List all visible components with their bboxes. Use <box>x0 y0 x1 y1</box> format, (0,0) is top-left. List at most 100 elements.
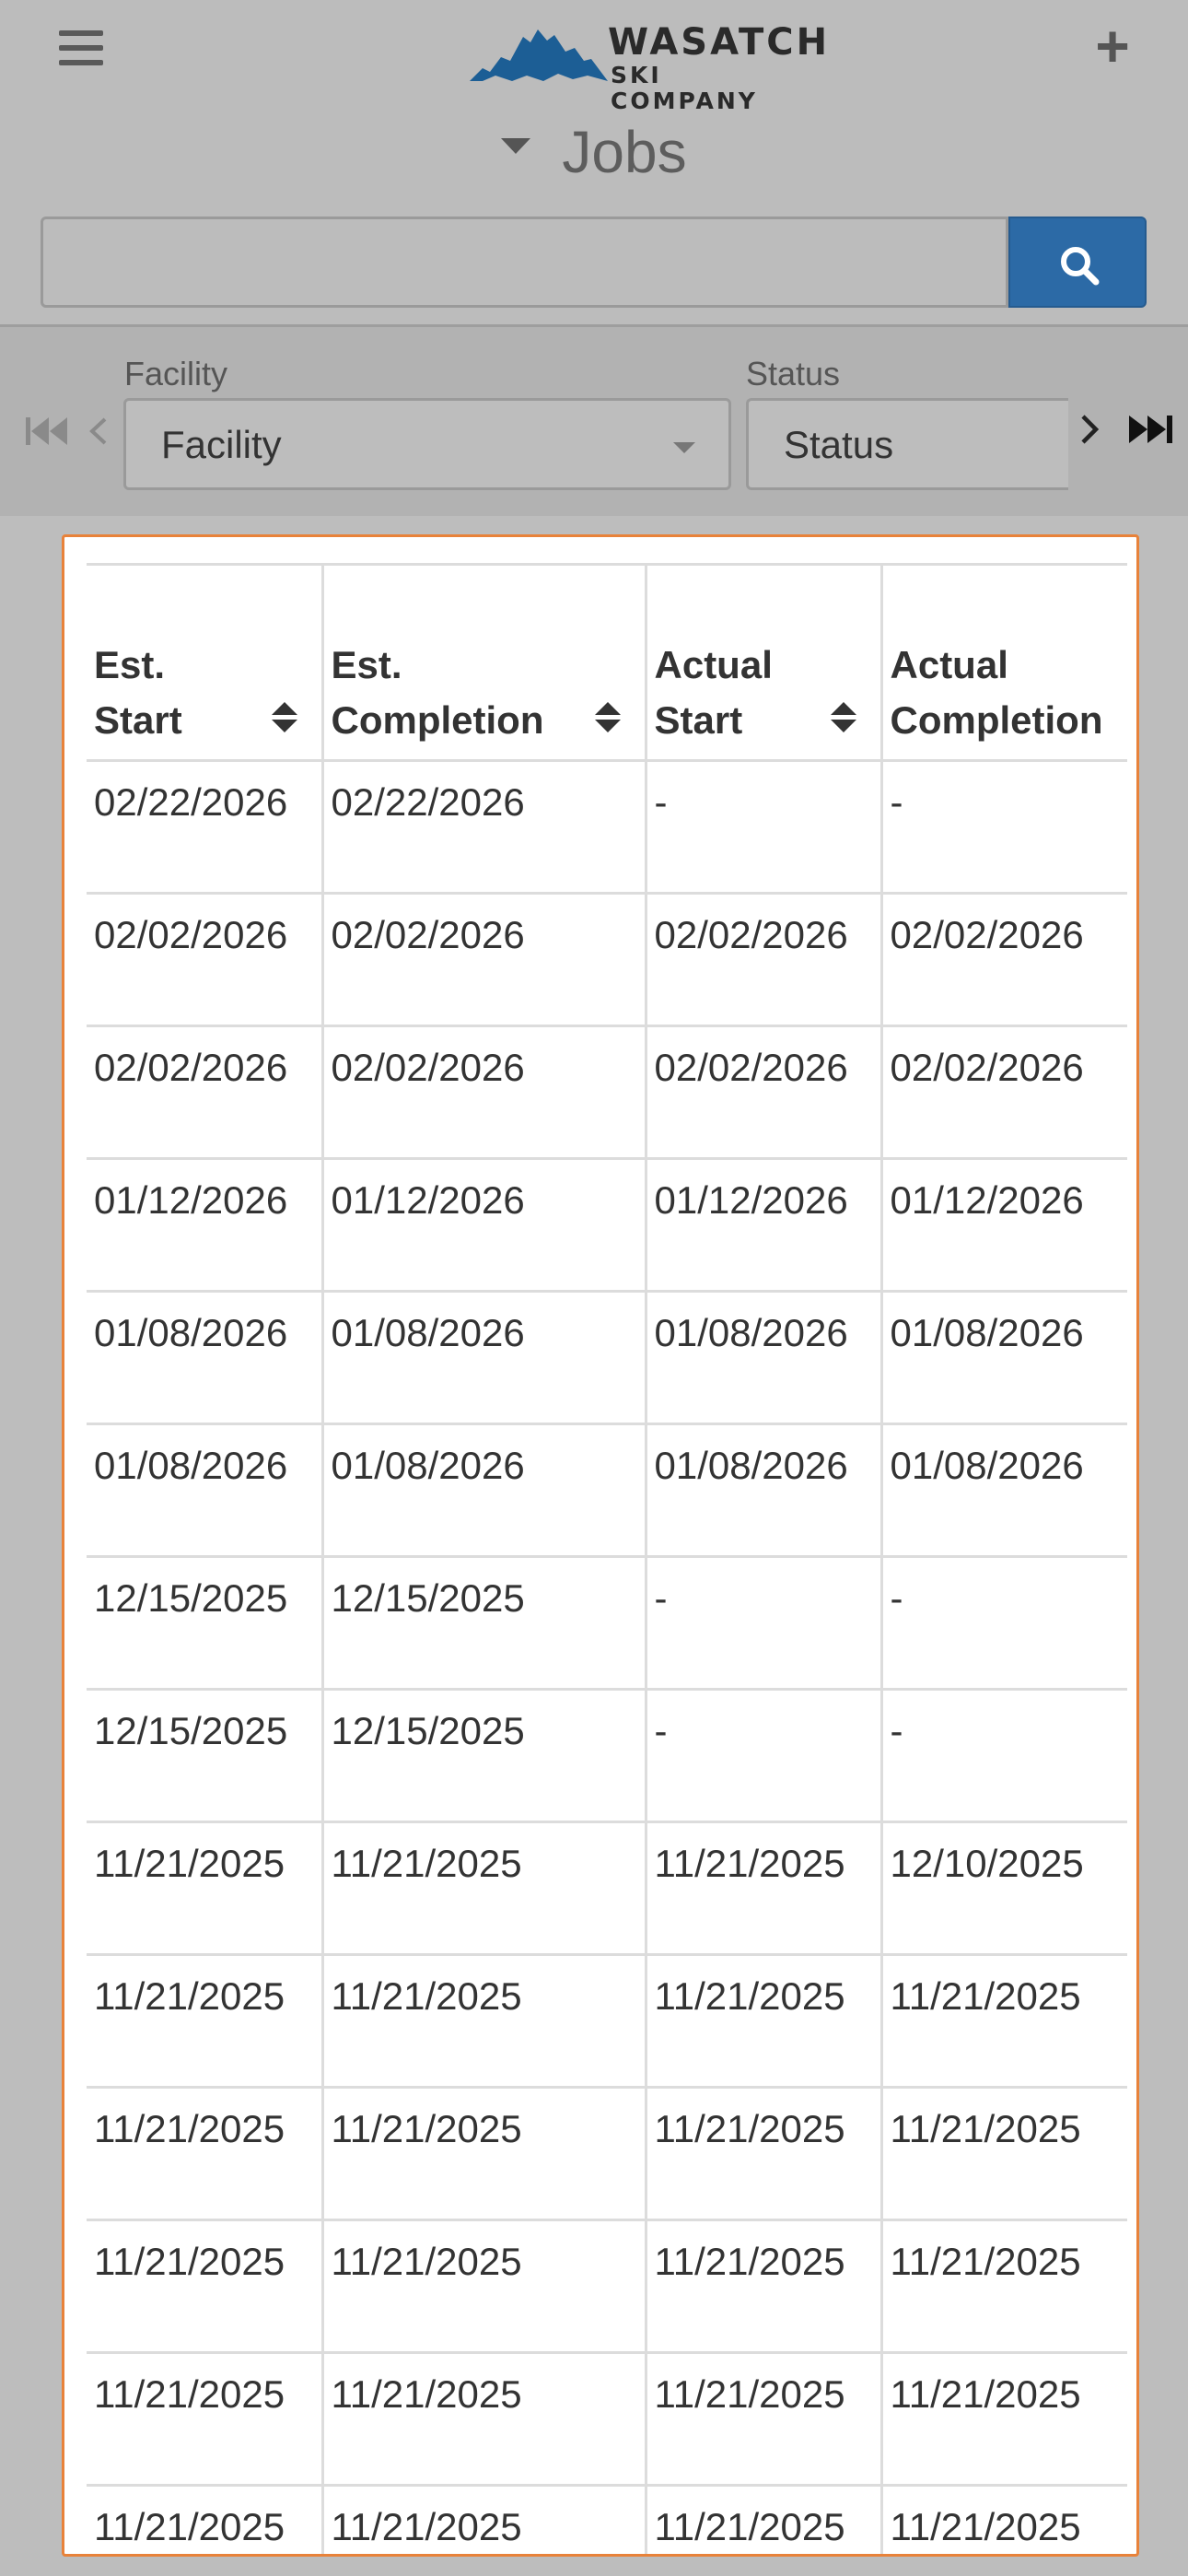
actual-start-cell: 11/21/2025 <box>646 2485 883 2554</box>
actual-completion-cell: 11/21/2025 <box>881 2219 1127 2354</box>
est-start-cell: 11/21/2025 <box>87 2219 324 2354</box>
est-start-cell: 11/21/2025 <box>87 2087 324 2221</box>
est-completion-cell: 11/21/2025 <box>322 2219 647 2354</box>
mountain-logo-icon <box>470 29 608 81</box>
est-completion-cell: 11/21/2025 <box>322 2352 647 2487</box>
actual-completion-cell: 02/02/2026 <box>881 1025 1127 1160</box>
status-select[interactable]: Status <box>746 398 1068 490</box>
table-header-row: Est. Start Est. Completion Actual Start … <box>87 564 1127 762</box>
est-completion-cell: 12/15/2025 <box>322 1556 647 1691</box>
actual-start-cell: 02/02/2026 <box>646 893 883 1027</box>
actual-completion-cell: 11/21/2025 <box>881 2485 1127 2554</box>
search-icon <box>1061 247 1100 286</box>
table-row[interactable]: 11/21/2025 11/21/2025 11/21/2025 12/10/2025 <box>87 1821 1127 1956</box>
jobs-table: Est. Start Est. Completion Actual Start … <box>87 563 1127 2554</box>
company-logo[interactable]: WASATCH SKI COMPANY <box>470 17 827 114</box>
search-input[interactable] <box>41 217 1008 308</box>
est-completion-cell: 02/02/2026 <box>322 893 647 1027</box>
est-completion-cell: 02/02/2026 <box>322 1025 647 1160</box>
column-header-actual-completion[interactable]: Actual Completion <box>881 564 1127 762</box>
hamburger-icon[interactable] <box>59 30 103 71</box>
actual-completion-cell: 01/12/2026 <box>881 1158 1127 1293</box>
plus-icon[interactable]: + <box>1087 17 1138 76</box>
table-row[interactable]: 11/21/2025 11/21/2025 11/21/2025 11/21/2025 <box>87 2219 1127 2354</box>
chevron-down-icon <box>673 442 695 453</box>
est-start-cell: 11/21/2025 <box>87 1821 324 1956</box>
est-start-cell: 02/22/2026 <box>87 760 324 895</box>
actual-start-cell: 11/21/2025 <box>646 2352 883 2487</box>
est-completion-cell: 11/21/2025 <box>322 1954 647 2089</box>
table-row[interactable]: 12/15/2025 12/15/2025- - <box>87 1689 1127 1823</box>
column-header-est-completion[interactable]: Est. Completion <box>322 564 647 762</box>
actual-completion-cell: 11/21/2025 <box>881 2087 1127 2221</box>
actual-completion-cell: 11/21/2025 <box>881 1954 1127 2089</box>
facility-select[interactable]: Facility <box>123 398 731 490</box>
table-row[interactable]: 11/21/2025 11/21/2025 11/21/2025 11/21/2025 <box>87 2352 1127 2487</box>
table-row[interactable]: 11/21/2025 11/21/2025 11/21/2025 11/21/2025 <box>87 1954 1127 2089</box>
column-header-actual-start[interactable]: Actual Start <box>646 564 883 762</box>
search-button[interactable] <box>1008 217 1147 308</box>
est-start-cell: 12/15/2025 <box>87 1689 324 1823</box>
actual-start-cell: - <box>646 760 883 895</box>
actual-start-cell: 01/08/2026 <box>646 1423 883 1558</box>
est-start-cell: 11/21/2025 <box>87 2485 324 2554</box>
actual-start-cell: 01/12/2026 <box>646 1158 883 1293</box>
est-start-cell: 01/08/2026 <box>87 1423 324 1558</box>
est-start-cell: 02/02/2026 <box>87 893 324 1027</box>
actual-completion-cell: - <box>881 1556 1127 1691</box>
est-start-cell: 02/02/2026 <box>87 1025 324 1160</box>
actual-start-cell: - <box>646 1556 883 1691</box>
app-header: WASATCH SKI COMPANY + Jobs <box>0 0 1188 327</box>
est-completion-cell: 01/08/2026 <box>322 1423 647 1558</box>
actual-start-cell: 11/21/2025 <box>646 2219 883 2354</box>
table-row[interactable]: 01/08/2026 01/08/2026 01/08/2026 01/08/2026 <box>87 1423 1127 1558</box>
actual-start-cell: 11/21/2025 <box>646 1821 883 1956</box>
table-row[interactable]: 02/02/2026 02/02/2026 02/02/2026 02/02/2026 <box>87 1025 1127 1160</box>
actual-completion-cell: 01/08/2026 <box>881 1423 1127 1558</box>
caret-down-icon <box>501 137 531 154</box>
brand-name: WASATCH <box>608 21 831 64</box>
table-row[interactable]: 12/15/2025 12/15/2025- - <box>87 1556 1127 1691</box>
est-completion-cell: 01/08/2026 <box>322 1291 647 1425</box>
est-completion-cell: 02/22/2026 <box>322 760 647 895</box>
table-row[interactable]: 01/08/2026 01/08/2026 01/08/2026 01/08/2026 <box>87 1291 1127 1425</box>
actual-start-cell: 01/08/2026 <box>646 1291 883 1425</box>
est-start-cell: 11/21/2025 <box>87 2352 324 2487</box>
next-page-icon[interactable] <box>1076 404 1103 454</box>
sort-icon[interactable] <box>830 702 856 733</box>
actual-completion-cell: 01/08/2026 <box>881 1291 1127 1425</box>
jobs-table-panel: Est. Start Est. Completion Actual Start … <box>62 534 1139 2557</box>
table-row[interactable]: 11/21/2025 11/21/2025 11/21/2025 11/21/2025 <box>87 2087 1127 2221</box>
table-row[interactable]: 02/22/2026 02/22/2026- - <box>87 760 1127 895</box>
est-start-cell: 01/08/2026 <box>87 1291 324 1425</box>
actual-completion-cell: 02/02/2026 <box>881 893 1127 1027</box>
actual-completion-cell: - <box>881 760 1127 895</box>
table-row[interactable]: 11/21/2025 11/21/2025 11/21/2025 11/21/2025 <box>87 2485 1127 2554</box>
column-header-est-start[interactable]: Est. Start <box>87 564 324 762</box>
est-start-cell: 11/21/2025 <box>87 1954 324 2089</box>
page-title-dropdown[interactable]: Jobs <box>0 111 1188 193</box>
last-page-icon[interactable] <box>1125 404 1177 454</box>
sort-icon[interactable] <box>271 702 297 733</box>
sort-icon[interactable] <box>594 702 621 733</box>
status-select-value: Status <box>784 423 894 466</box>
est-completion-cell: 01/12/2026 <box>322 1158 647 1293</box>
actual-start-cell: - <box>646 1689 883 1823</box>
facility-select-value: Facility <box>161 423 282 466</box>
table-row[interactable]: 02/02/2026 02/02/2026 02/02/2026 02/02/2026 <box>87 893 1127 1027</box>
est-completion-cell: 12/15/2025 <box>322 1689 647 1823</box>
filter-bar: Facility Facility Status Status <box>0 327 1188 516</box>
actual-start-cell: 11/21/2025 <box>646 1954 883 2089</box>
actual-completion-cell: 11/21/2025 <box>881 2352 1127 2487</box>
previous-page-icon[interactable] <box>85 408 112 454</box>
facility-filter-label: Facility <box>124 355 228 392</box>
status-filter-label: Status <box>746 355 841 392</box>
table-row[interactable]: 01/12/2026 01/12/2026 01/12/2026 01/12/2026 <box>87 1158 1127 1293</box>
est-start-cell: 01/12/2026 <box>87 1158 324 1293</box>
page-title: Jobs <box>562 119 687 185</box>
est-start-cell: 12/15/2025 <box>87 1556 324 1691</box>
actual-completion-cell: 12/10/2025 <box>881 1821 1127 1956</box>
first-page-icon[interactable] <box>24 408 70 454</box>
est-completion-cell: 11/21/2025 <box>322 2485 647 2554</box>
actual-start-cell: 11/21/2025 <box>646 2087 883 2221</box>
